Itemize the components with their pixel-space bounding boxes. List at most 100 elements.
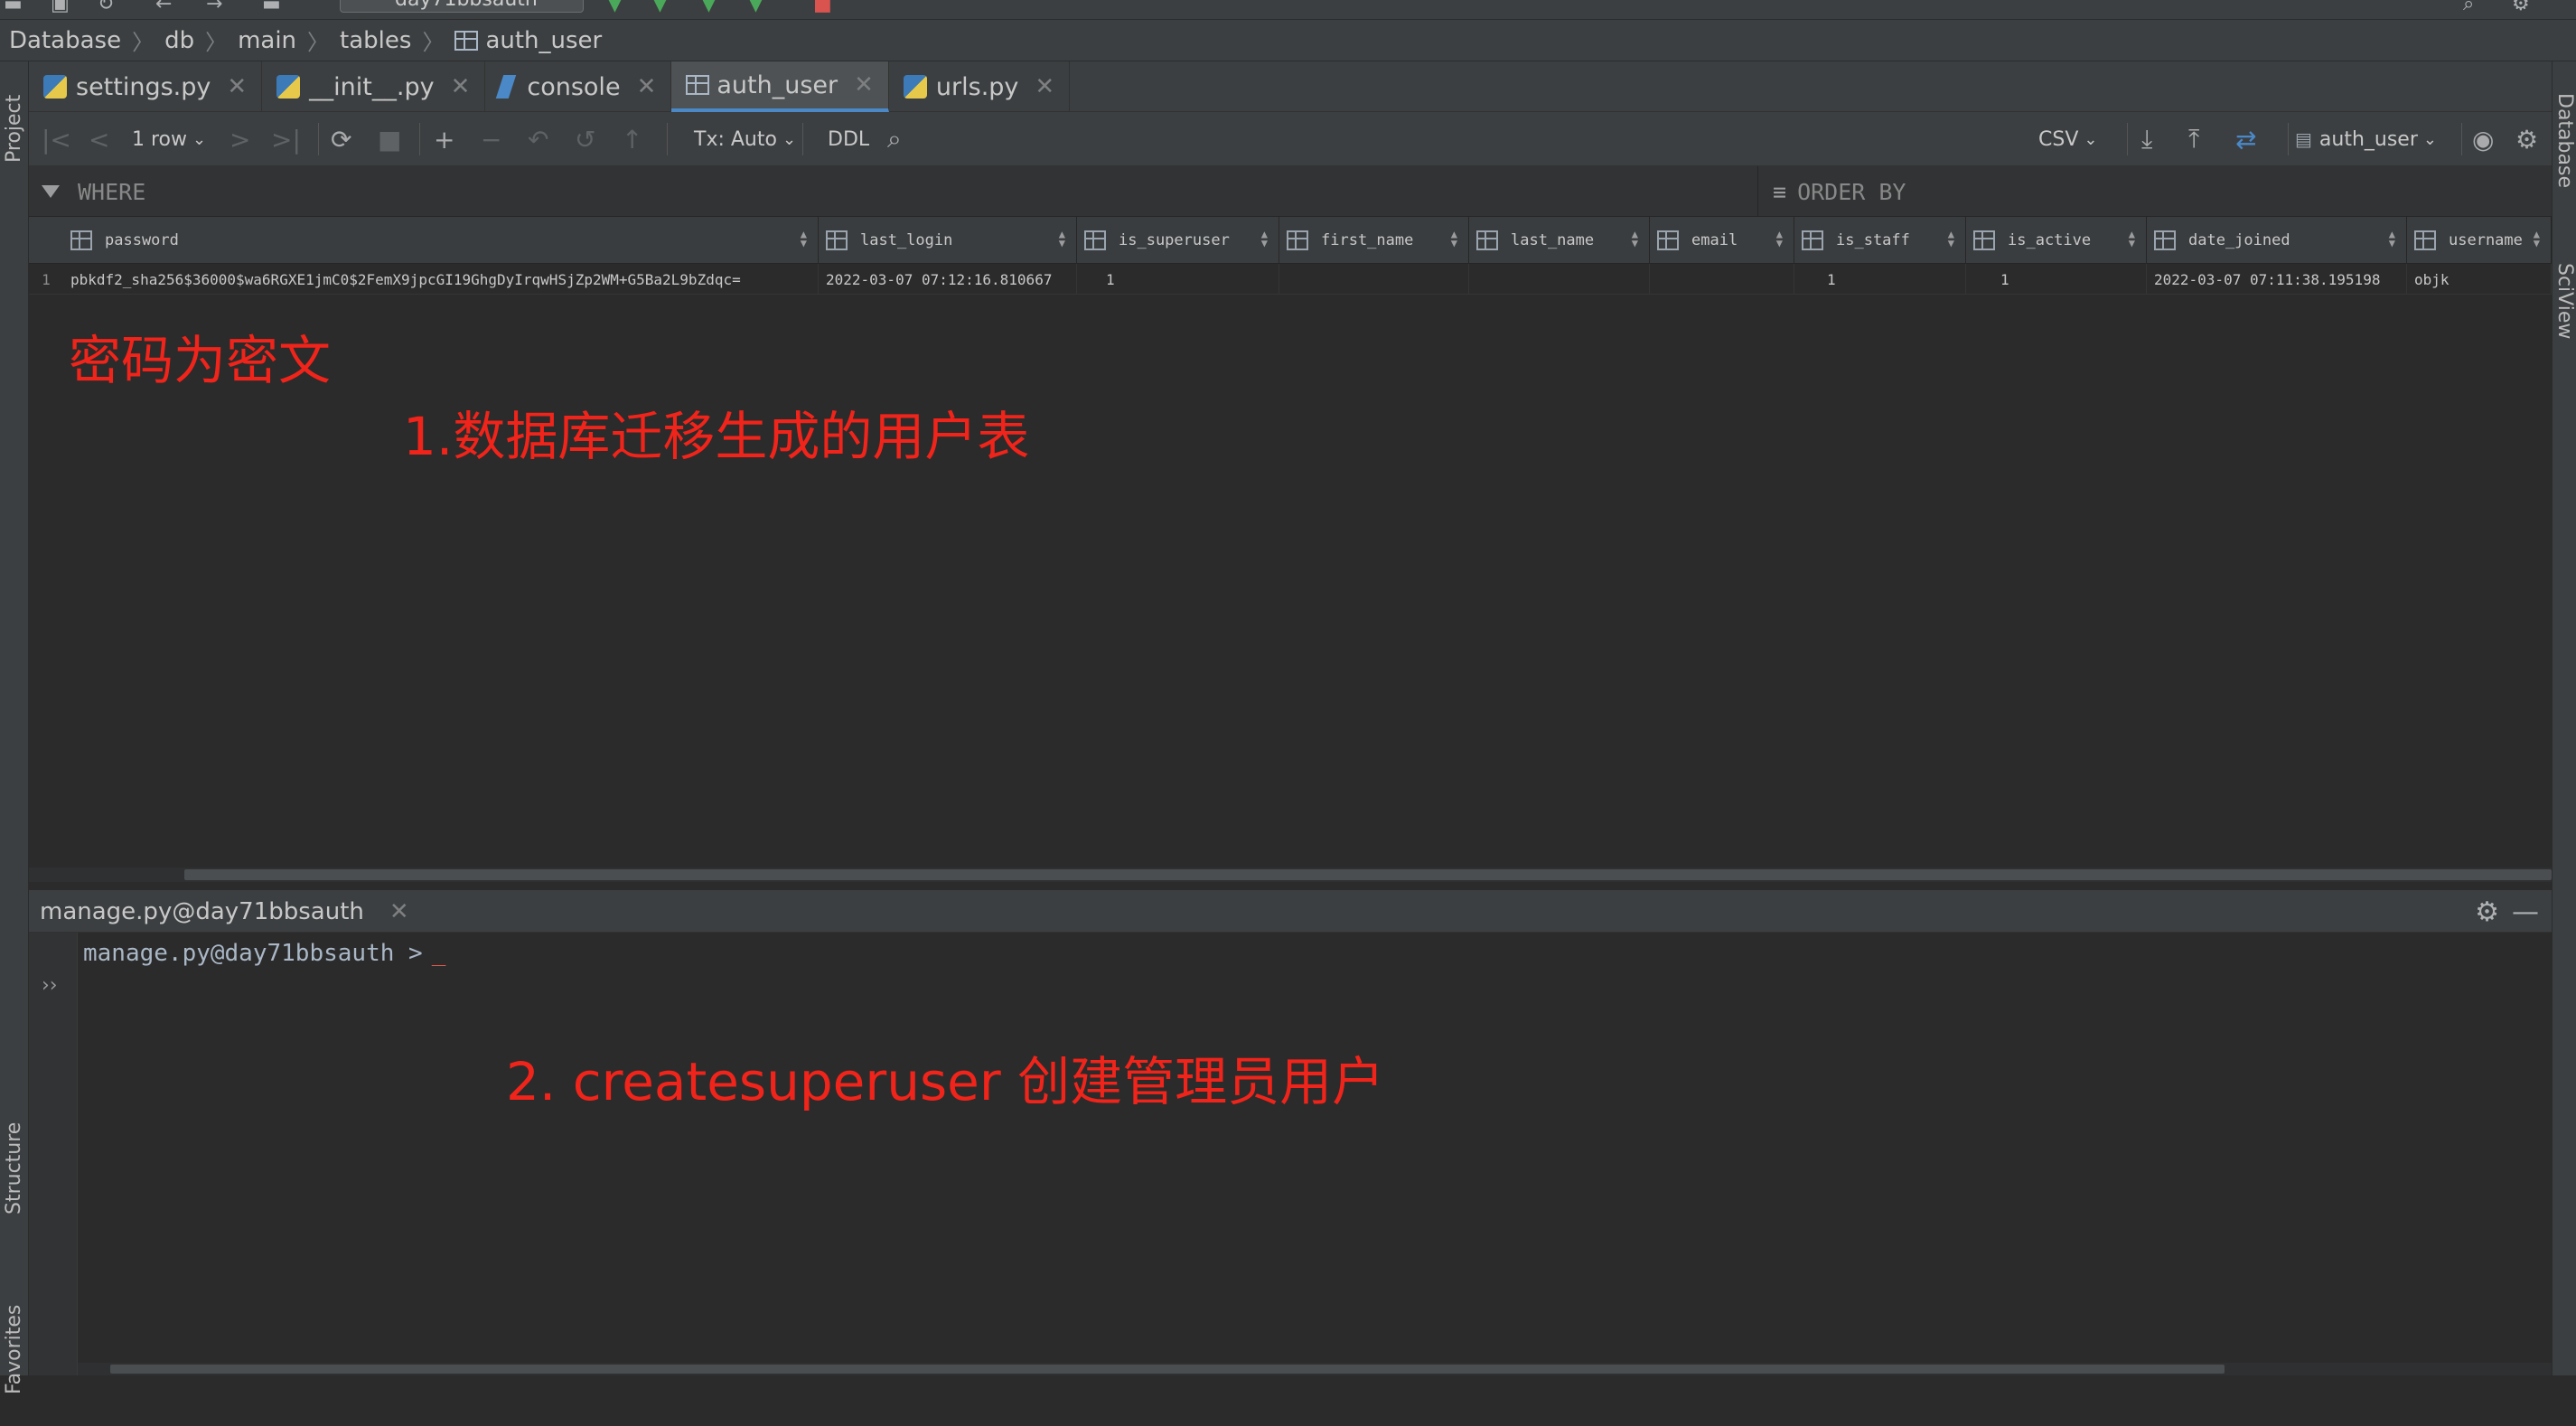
- column-header-email[interactable]: email ▲ ▼: [1650, 217, 1794, 264]
- cell-first-name[interactable]: [1279, 264, 1469, 295]
- sync-icon[interactable]: ↻: [98, 0, 114, 14]
- cell-email[interactable]: [1650, 264, 1794, 295]
- close-icon[interactable]: ✕: [854, 71, 874, 99]
- last-page-icon[interactable]: >|: [271, 112, 301, 166]
- order-by-input[interactable]: ≡ ORDER BY: [1758, 166, 2552, 217]
- sort-arrows-icon[interactable]: ▲ ▼: [2534, 229, 2540, 249]
- previous-page-icon[interactable]: <: [89, 112, 109, 166]
- cell-password[interactable]: pbkdf2_sha256$36000$wa6RGXE1jmC0$2FemX9j…: [63, 264, 819, 295]
- revert-icon[interactable]: ↶: [528, 112, 548, 166]
- double-chevron-right-icon[interactable]: ››: [42, 974, 58, 997]
- back-icon[interactable]: ←: [155, 0, 172, 14]
- favorites-tool-button[interactable]: Favorites: [0, 1272, 29, 1426]
- sciview-tool-button[interactable]: SciView: [2553, 242, 2576, 360]
- compare-icon[interactable]: ⇄: [2235, 112, 2256, 166]
- tab-urls-py[interactable]: urls.py ✕: [889, 61, 1071, 112]
- cell-username[interactable]: objk: [2407, 264, 2552, 295]
- download-icon[interactable]: ⤓: [2141, 112, 2152, 166]
- search-icon[interactable]: ⌕: [887, 112, 902, 166]
- column-header-last-name[interactable]: last_name ▲ ▼: [1469, 217, 1650, 264]
- scrollbar-thumb[interactable]: [110, 1365, 2225, 1374]
- column-header-date-joined[interactable]: date_joined ▲ ▼: [2147, 217, 2407, 264]
- breadcrumb-auth-user[interactable]: auth_user: [485, 27, 602, 54]
- sort-arrows-icon[interactable]: ▲ ▼: [1261, 229, 1268, 249]
- gear-icon[interactable]: ⚙: [2475, 890, 2499, 933]
- structure-tool-button[interactable]: Structure: [0, 1083, 29, 1254]
- debug-icon[interactable]: ▼: [652, 0, 668, 14]
- column-header-is-superuser[interactable]: is_superuser ▲ ▼: [1077, 217, 1279, 264]
- revert-selected-icon[interactable]: ↺: [575, 112, 595, 166]
- grid-horizontal-scrollbar[interactable]: [29, 868, 2552, 882]
- column-header-last-login[interactable]: last_login ▲ ▼: [819, 217, 1077, 264]
- sort-arrows-icon[interactable]: ▲ ▼: [801, 229, 807, 249]
- cell-last-name[interactable]: [1469, 264, 1650, 295]
- upload-icon[interactable]: ⤒: [2188, 112, 2199, 166]
- column-header-is-active[interactable]: is_active ▲ ▼: [1966, 217, 2147, 264]
- gear-icon[interactable]: ⚙: [2515, 112, 2538, 166]
- sort-arrows-icon[interactable]: ▲ ▼: [1059, 229, 1065, 249]
- minimize-icon[interactable]: —: [2512, 890, 2539, 933]
- coverage-icon[interactable]: ▼: [701, 0, 717, 14]
- transaction-mode-select[interactable]: Tx: Auto ⌄: [694, 112, 796, 166]
- sort-arrows-icon[interactable]: ▲ ▼: [1451, 229, 1457, 249]
- breadcrumb-tables[interactable]: tables: [340, 27, 411, 54]
- tab-settings-py[interactable]: settings.py ✕: [29, 61, 263, 112]
- tab-auth-user[interactable]: auth_user ✕: [671, 61, 889, 112]
- delete-row-icon[interactable]: −: [481, 112, 501, 166]
- view-icon[interactable]: ◉: [2472, 112, 2494, 166]
- forward-icon[interactable]: →: [206, 0, 222, 14]
- add-row-icon[interactable]: +: [434, 112, 454, 166]
- cell-last-login[interactable]: 2022-03-07 07:12:16.810667: [819, 264, 1077, 295]
- console-area[interactable]: ›› manage.py@day71bbsauth > _ 2. createsu…: [29, 933, 2552, 1375]
- table-row[interactable]: 1 pbkdf2_sha256$36000$wa6RGXE1jmC0$2FemX…: [29, 264, 2552, 295]
- cell-is-active[interactable]: 1: [1966, 264, 2147, 295]
- row-count-select[interactable]: 1 row ⌄: [132, 112, 206, 166]
- ddl-button[interactable]: DDL: [828, 112, 869, 166]
- console-horizontal-scrollbar[interactable]: [78, 1363, 2552, 1375]
- tab-manage-py-console[interactable]: manage.py@day71bbsauth ✕: [40, 890, 409, 933]
- cell-is-staff[interactable]: 1: [1794, 264, 1966, 295]
- sort-arrows-icon[interactable]: ▲ ▼: [1948, 229, 1954, 249]
- profile-icon[interactable]: ▼: [748, 0, 763, 14]
- close-icon[interactable]: ✕: [1035, 73, 1054, 100]
- column-header-is-staff[interactable]: is_staff ▲ ▼: [1794, 217, 1966, 264]
- column-header-first-name[interactable]: first_name ▲ ▼: [1279, 217, 1469, 264]
- tab-console[interactable]: console ✕: [485, 61, 672, 112]
- sort-arrows-icon[interactable]: ▲ ▼: [1632, 229, 1638, 249]
- close-icon[interactable]: ✕: [227, 73, 247, 100]
- sort-arrows-icon[interactable]: ▲ ▼: [2389, 229, 2395, 249]
- breadcrumb-main[interactable]: main: [238, 27, 296, 54]
- project-tool-button[interactable]: Project: [0, 74, 29, 183]
- build-icon[interactable]: ▬: [262, 0, 281, 14]
- next-page-icon[interactable]: >: [229, 112, 250, 166]
- where-filter-input[interactable]: WHERE: [29, 166, 1758, 217]
- run-icon[interactable]: ▼: [607, 0, 623, 14]
- row-number[interactable]: 1: [29, 264, 63, 295]
- scrollbar-thumb[interactable]: [184, 869, 2552, 880]
- tab-init-py[interactable]: __init__.py ✕: [262, 61, 486, 112]
- datasource-select[interactable]: ▤ auth_user ⌄: [2295, 112, 2437, 166]
- refresh-icon[interactable]: ⟳: [331, 112, 351, 166]
- column-header-username[interactable]: username ▲ ▼: [2407, 217, 2552, 264]
- close-icon[interactable]: ✕: [637, 73, 657, 100]
- stop-icon[interactable]: ■: [813, 0, 832, 14]
- close-icon[interactable]: ✕: [389, 898, 409, 925]
- export-format-select[interactable]: CSV ⌄: [2038, 112, 2097, 166]
- search-everywhere-icon[interactable]: ⌕: [2463, 0, 2474, 14]
- save-all-icon[interactable]: ▣: [51, 0, 70, 14]
- close-icon[interactable]: ✕: [451, 73, 471, 100]
- settings-icon[interactable]: ⚙: [2512, 0, 2530, 14]
- database-tool-button[interactable]: Database: [2553, 72, 2576, 208]
- save-icon[interactable]: ▬: [4, 0, 23, 14]
- run-configuration-select[interactable]: day71bbsauth: [340, 0, 584, 13]
- cell-date-joined[interactable]: 2022-03-07 07:11:38.195198: [2147, 264, 2407, 295]
- stop-query-icon[interactable]: ■: [378, 112, 401, 166]
- sort-arrows-icon[interactable]: ▲ ▼: [1776, 229, 1783, 249]
- sort-arrows-icon[interactable]: ▲ ▼: [2129, 229, 2135, 249]
- column-header-password[interactable]: password ▲ ▼: [63, 217, 819, 264]
- console-prompt[interactable]: manage.py@day71bbsauth > _: [83, 940, 445, 967]
- breadcrumb-database[interactable]: Database: [9, 27, 121, 54]
- cell-is-superuser[interactable]: 1: [1077, 264, 1279, 295]
- first-page-icon[interactable]: |<: [42, 112, 71, 166]
- breadcrumb-db[interactable]: db: [164, 27, 194, 54]
